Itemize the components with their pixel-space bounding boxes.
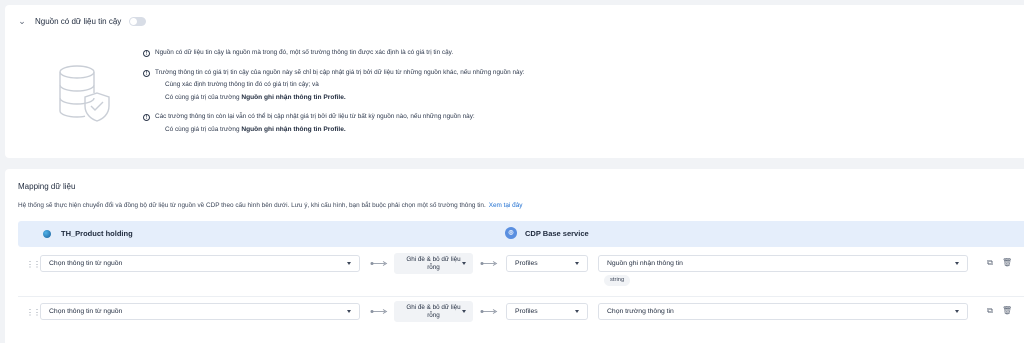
info-icon: !	[143, 69, 150, 77]
info-icon: !	[143, 50, 150, 57]
destination-field-select[interactable]: Nguồn ghi nhận thông tin	[598, 255, 968, 272]
source-logo-icon	[43, 229, 51, 238]
arrow-right-icon	[480, 261, 498, 266]
copy-icon[interactable]: ⧉	[985, 258, 995, 268]
caret-down-icon	[462, 310, 466, 313]
drag-handle-icon[interactable]: ⋮⋮	[26, 308, 41, 317]
caret-down-icon	[955, 262, 959, 265]
data-type-tag: string	[604, 275, 631, 286]
info-icon: !	[143, 114, 150, 121]
cdp-logo-icon: ◎	[505, 227, 517, 239]
destination-field-select[interactable]: Chọn trường thông tin	[598, 303, 968, 320]
arrow-right-icon	[370, 309, 388, 314]
arrow-right-icon	[370, 261, 388, 266]
caret-down-icon	[575, 262, 579, 265]
trusted-source-header[interactable]: ⌄ Nguồn có dữ liệu tin cậy	[17, 14, 147, 28]
mapping-title: Mapping dữ liệu	[18, 182, 76, 191]
info-item: ! Trường thông tin có giá trị tin cậy củ…	[143, 67, 843, 105]
source-header: TH_Product holding	[43, 229, 133, 238]
row-divider	[18, 296, 1024, 297]
trusted-source-title: Nguồn có dữ liệu tin cậy	[35, 16, 122, 26]
update-mode-select[interactable]: Ghi đè & bỏ dữ liệu rỗng	[394, 301, 473, 322]
trusted-source-card: ⌄ Nguồn có dữ liệu tin cậy ! Nguồn có dữ…	[5, 5, 1024, 158]
drag-handle-icon[interactable]: ⋮⋮	[26, 260, 41, 269]
caret-down-icon	[575, 310, 579, 313]
view-here-link[interactable]: Xem tại đây	[489, 202, 523, 209]
source-field-select[interactable]: Chọn thông tin từ nguồn	[40, 255, 360, 272]
mapping-description: Hệ thống sẽ thực hiện chuyển đổi và đồng…	[18, 202, 523, 209]
caret-down-icon	[955, 310, 959, 313]
trash-icon[interactable]: 🗑	[1002, 258, 1012, 268]
arrow-right-icon	[480, 309, 498, 314]
object-select[interactable]: Profiles	[506, 255, 588, 272]
caret-down-icon	[462, 262, 466, 265]
destination-header: ◎ CDP Base service	[505, 227, 589, 239]
mapping-header: TH_Product holding ◎ CDP Base service	[18, 221, 1024, 247]
caret-down-icon	[347, 262, 351, 265]
mapping-card: Mapping dữ liệu Hệ thống sẽ thực hiện ch…	[5, 169, 1024, 343]
trash-icon[interactable]: 🗑	[1002, 306, 1012, 316]
copy-icon[interactable]: ⧉	[985, 306, 995, 316]
chevron-down-icon[interactable]: ⌄	[17, 16, 27, 26]
caret-down-icon	[347, 310, 351, 313]
database-shield-icon	[59, 65, 110, 122]
trust-info-list: ! Nguồn có dữ liệu tin cậy là nguồn mà t…	[143, 47, 843, 136]
object-select[interactable]: Profiles	[506, 303, 588, 320]
trusted-source-toggle[interactable]	[129, 16, 147, 26]
source-field-select[interactable]: Chọn thông tin từ nguồn	[40, 303, 360, 320]
info-item: ! Nguồn có dữ liệu tin cậy là nguồn mà t…	[143, 47, 843, 60]
info-item: ! Các trường thông tin còn lại vẫn có th…	[143, 111, 843, 136]
update-mode-select[interactable]: Ghi đè & bỏ dữ liệu rỗng	[394, 253, 473, 274]
